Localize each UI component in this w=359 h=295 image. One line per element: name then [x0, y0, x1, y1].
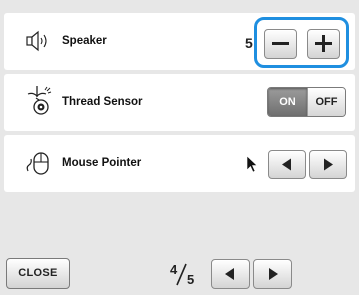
mouse-icon [26, 152, 49, 175]
fraction-slash [176, 263, 187, 286]
page-prev-button[interactable] [211, 259, 250, 289]
settings-panel: Speaker 5 Thread Sensor ON OFF Mouse Poi… [0, 0, 359, 295]
arrow-right-icon [324, 158, 333, 171]
mouse-pointer-label: Mouse Pointer [62, 157, 142, 169]
page-next-button[interactable] [253, 259, 292, 289]
thread-sensor-toggle[interactable]: ON OFF [267, 87, 346, 117]
thread-sensor-off-button[interactable]: OFF [307, 88, 345, 116]
mouse-pointer-next-button[interactable] [309, 150, 347, 179]
close-button[interactable]: CLOSE [6, 258, 70, 289]
arrow-right-icon [269, 268, 278, 280]
speaker-label: Speaker [62, 35, 107, 47]
mouse-pointer-prev-button[interactable] [268, 150, 306, 179]
page-total: 5 [187, 272, 195, 287]
arrow-left-icon [225, 268, 234, 280]
arrow-left-icon [282, 158, 291, 171]
cursor-arrow-icon [246, 155, 258, 173]
speaker-volume-value: 5 [245, 35, 253, 51]
thread-sensor-label: Thread Sensor [62, 96, 143, 108]
thread-sensor-icon [27, 86, 52, 115]
page-indicator: 4 5 [168, 260, 202, 290]
volume-buttons-highlight [254, 17, 349, 68]
speaker-icon [26, 30, 47, 52]
thread-sensor-on-button[interactable]: ON [268, 88, 307, 116]
